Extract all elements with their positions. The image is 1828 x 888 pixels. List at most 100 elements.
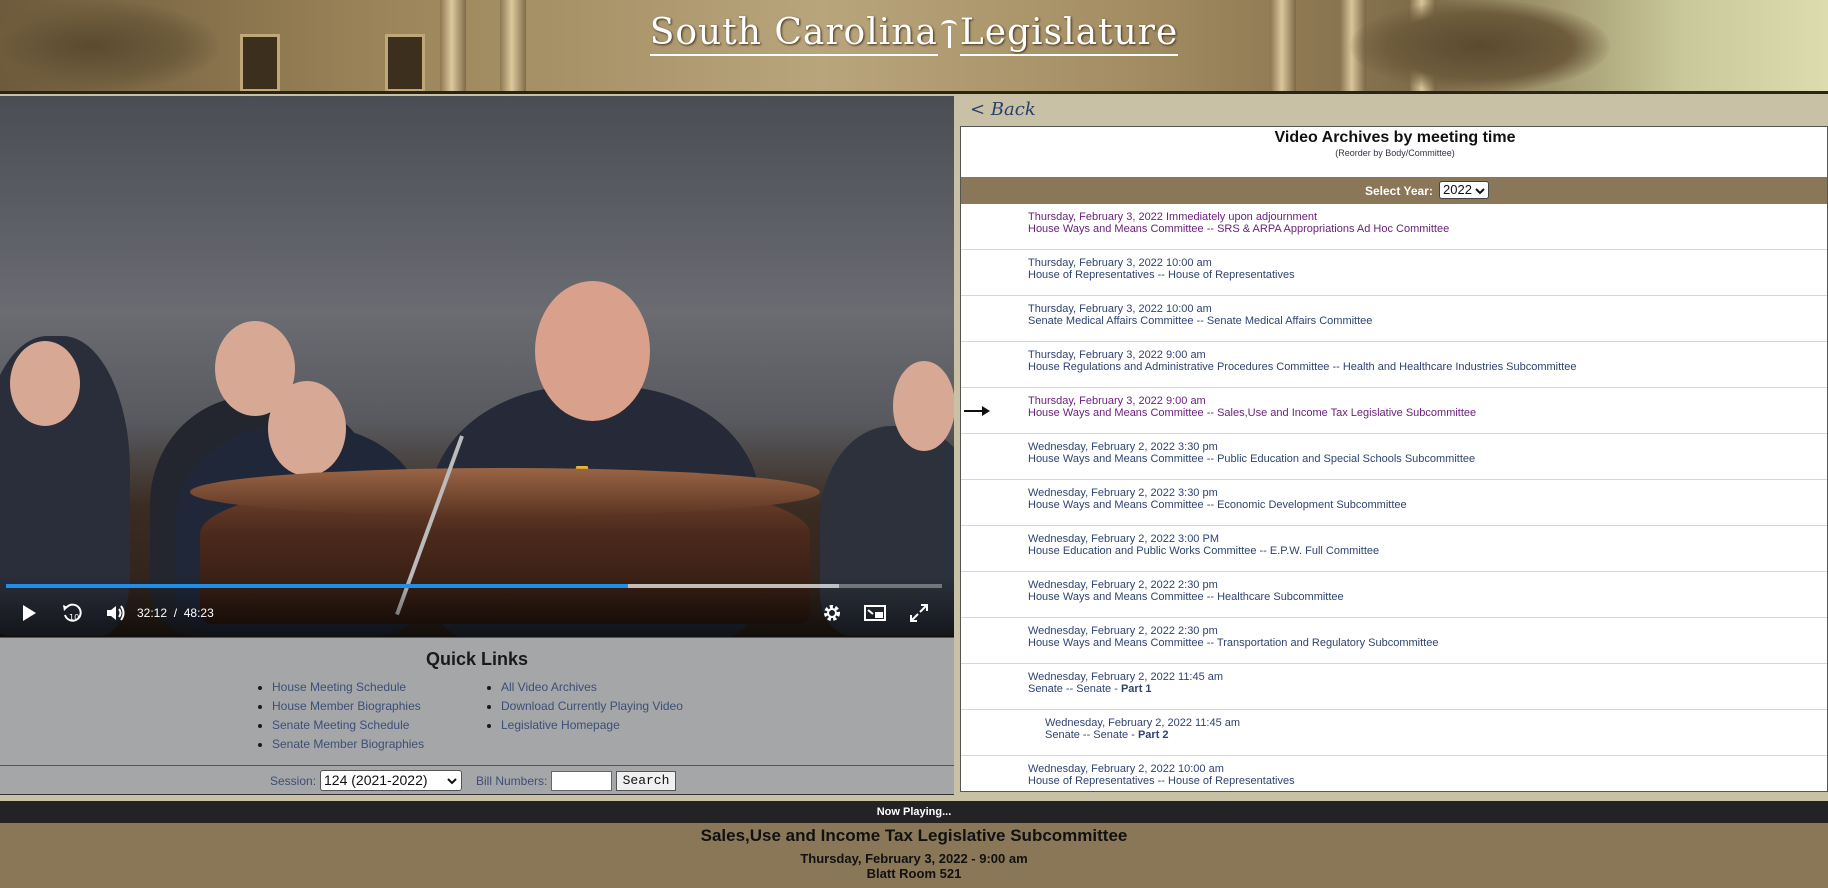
legislative-homepage-link[interactable]: Legislative Homepage — [501, 718, 620, 732]
person-head — [268, 381, 346, 476]
now-playing-title: Sales,Use and Income Tax Legislative Sub… — [700, 826, 1128, 845]
archive-row[interactable]: Wednesday, February 2, 2022 3:00 PM House… — [961, 526, 1827, 572]
quick-link-item: House Meeting Schedule — [272, 678, 424, 697]
archive-row-datetime[interactable]: Thursday, February 3, 2022 10:00 am — [1028, 257, 1212, 269]
picture-in-picture-icon — [864, 605, 886, 621]
session-select[interactable]: 124 (2021-2022) — [320, 770, 462, 791]
year-select[interactable]: 2022 — [1439, 181, 1489, 199]
time-readout: 32:12 / 48:23 — [137, 606, 214, 620]
quick-link-item: Download Currently Playing Video — [501, 697, 683, 716]
play-button[interactable] — [16, 602, 42, 626]
rewind-10-button[interactable]: 10 — [59, 602, 85, 626]
archive-row-committee-text: Senate Medical Affairs Committee -- Sena… — [1028, 315, 1373, 327]
site-header: South Carolina Legislature — [0, 0, 1828, 92]
archive-row-committee-text: House of Representatives -- House of Rep… — [1028, 775, 1295, 787]
archive-row-committee[interactable]: Senate Medical Affairs Committee -- Sena… — [1028, 315, 1372, 327]
archive-row-committee-text: House Ways and Means Committee -- SRS & … — [1028, 223, 1450, 235]
archive-row-committee[interactable]: House of Representatives -- House of Rep… — [1028, 775, 1295, 787]
archive-row-committee[interactable]: Senate -- Senate - Part 1 — [1028, 683, 1152, 695]
house-meeting-schedule-link[interactable]: House Meeting Schedule — [272, 680, 406, 694]
archive-row[interactable]: Wednesday, February 2, 2022 11:45 am Sena… — [961, 664, 1827, 710]
archive-row-committee[interactable]: House Ways and Means Committee -- SRS & … — [1028, 223, 1449, 235]
archive-row-datetime[interactable]: Thursday, February 3, 2022 9:00 am — [1028, 349, 1206, 361]
svg-text:10: 10 — [69, 613, 79, 622]
archive-row[interactable]: Wednesday, February 2, 2022 2:30 pm House… — [961, 572, 1827, 618]
archive-row-committee-text: House Ways and Means Committee -- Public… — [1028, 453, 1476, 465]
archive-row-committee[interactable]: Senate -- Senate - Part 2 — [1045, 729, 1169, 741]
archive-row-committee[interactable]: House Ways and Means Committee -- Transp… — [1028, 637, 1438, 649]
site-title[interactable]: South Carolina Legislature — [0, 12, 1828, 56]
picture-in-picture-button[interactable] — [862, 602, 888, 626]
archive-row[interactable]: Wednesday, February 2, 2022 3:30 pm House… — [961, 480, 1827, 526]
all-video-archives-link[interactable]: All Video Archives — [501, 680, 597, 694]
bill-numbers-input[interactable] — [551, 771, 612, 791]
time-separator: / — [173, 606, 178, 620]
archive-row[interactable]: Thursday, February 3, 2022 Immediately u… — [961, 204, 1827, 250]
archive-row[interactable]: Thursday, February 3, 2022 10:00 am House… — [961, 250, 1827, 296]
archive-row-committee[interactable]: House Education and Public Works Committ… — [1028, 545, 1379, 557]
archive-row-committee[interactable]: House Ways and Means Committee -- Health… — [1028, 591, 1344, 603]
senate-meeting-schedule-link[interactable]: Senate Meeting Schedule — [272, 718, 409, 732]
header-divider — [0, 91, 1828, 94]
progress-fill — [6, 584, 629, 588]
quick-link-item: House Member Biographies — [272, 697, 424, 716]
archive-row-committee[interactable]: House Ways and Means Committee -- Public… — [1028, 453, 1475, 465]
quick-link-item: Legislative Homepage — [501, 716, 683, 735]
archive-row-committee[interactable]: House Ways and Means Committee -- Econom… — [1028, 499, 1407, 511]
time-total: 48:23 — [183, 606, 214, 620]
archive-row[interactable]: Wednesday, February 2, 2022 2:30 pm House… — [961, 618, 1827, 664]
quick-link-item: Senate Meeting Schedule — [272, 716, 424, 735]
progress-bar[interactable] — [6, 584, 942, 588]
archive-row-datetime[interactable]: Wednesday, February 2, 2022 3:30 pm — [1028, 487, 1218, 499]
search-button[interactable]: Search — [616, 771, 676, 791]
year-label: Select Year: — [1365, 184, 1433, 198]
fullscreen-button[interactable] — [906, 602, 932, 626]
archive-row[interactable]: Thursday, February 3, 2022 10:00 am Senat… — [961, 296, 1827, 342]
archive-row-committee[interactable]: House Ways and Means Committee -- Sales,… — [1028, 407, 1476, 419]
archive-row-committee-text: House of Representatives -- House of Rep… — [1028, 269, 1295, 281]
reorder-link[interactable]: (Reorder by Body/Committee) — [961, 148, 1827, 158]
quick-links-left: House Meeting Schedule House Member Biog… — [252, 678, 424, 754]
quick-link-item: Senate Member Biographies — [272, 735, 424, 754]
archive-row-committee[interactable]: House Regulations and Administrative Pro… — [1028, 361, 1576, 373]
archive-row[interactable]: Thursday, February 3, 2022 9:00 am House … — [961, 388, 1827, 434]
quick-links-panel: Quick Links House Meeting Schedule House… — [0, 637, 954, 766]
archive-row-datetime[interactable]: Wednesday, February 2, 2022 11:45 am — [1028, 671, 1223, 683]
quick-link-item: All Video Archives — [501, 678, 683, 697]
archive-row-datetime[interactable]: Wednesday, February 2, 2022 10:00 am — [1028, 763, 1224, 775]
archive-row-committee[interactable]: House of Representatives -- House of Rep… — [1028, 269, 1295, 281]
archive-row-datetime[interactable]: Thursday, February 3, 2022 10:00 am — [1028, 303, 1212, 315]
back-link[interactable]: < Back — [970, 99, 1036, 120]
archive-row-committee-text: House Ways and Means Committee -- Econom… — [1028, 499, 1407, 511]
person-head — [893, 361, 954, 451]
archive-row-datetime[interactable]: Thursday, February 3, 2022 9:00 am — [1028, 395, 1206, 407]
now-playing-arrow-icon — [964, 406, 992, 416]
archive-row-part: Part 1 — [1120, 683, 1152, 695]
speaker-head — [535, 281, 650, 421]
settings-button[interactable] — [819, 602, 845, 626]
archive-row-datetime[interactable]: Wednesday, February 2, 2022 3:00 PM — [1028, 533, 1219, 545]
senate-member-biographies-link[interactable]: Senate Member Biographies — [272, 737, 424, 751]
bill-search-bar: Session: 124 (2021-2022) Bill Numbers: S… — [0, 766, 954, 795]
site-title-part1: South Carolina — [649, 12, 938, 56]
archive-row[interactable]: Wednesday, February 2, 2022 11:45 am Sena… — [961, 710, 1827, 756]
archive-row[interactable]: Wednesday, February 2, 2022 3:30 pm House… — [961, 434, 1827, 480]
archive-row-datetime[interactable]: Thursday, February 3, 2022 Immediately u… — [1028, 211, 1317, 223]
now-playing-datetime: Thursday, February 3, 2022 - 9:00 am — [800, 851, 1028, 866]
archive-row[interactable]: Wednesday, February 2, 2022 10:00 am Hous… — [961, 756, 1827, 791]
volume-icon — [107, 605, 125, 621]
archive-row-committee-text: House Ways and Means Committee -- Sales,… — [1028, 407, 1477, 419]
archive-row[interactable]: Thursday, February 3, 2022 9:00 am House … — [961, 342, 1827, 388]
archive-row-datetime[interactable]: Wednesday, February 2, 2022 3:30 pm — [1028, 441, 1218, 453]
session-label: Session: — [270, 774, 317, 788]
archive-row-datetime[interactable]: Wednesday, February 2, 2022 2:30 pm — [1028, 579, 1218, 591]
now-playing-label: Now Playing... — [0, 801, 1828, 823]
now-playing-location: Blatt Room 521 — [866, 866, 962, 881]
video-player[interactable]: 10 32:12 / 48:23 — [0, 96, 954, 637]
session-select-value: 124 (2021-2022) — [324, 772, 428, 788]
download-video-link[interactable]: Download Currently Playing Video — [501, 699, 683, 713]
volume-button[interactable] — [102, 602, 128, 626]
archive-row-datetime[interactable]: Wednesday, February 2, 2022 11:45 am — [1045, 717, 1240, 729]
house-member-biographies-link[interactable]: House Member Biographies — [272, 699, 421, 713]
archive-row-datetime[interactable]: Wednesday, February 2, 2022 2:30 pm — [1028, 625, 1218, 637]
